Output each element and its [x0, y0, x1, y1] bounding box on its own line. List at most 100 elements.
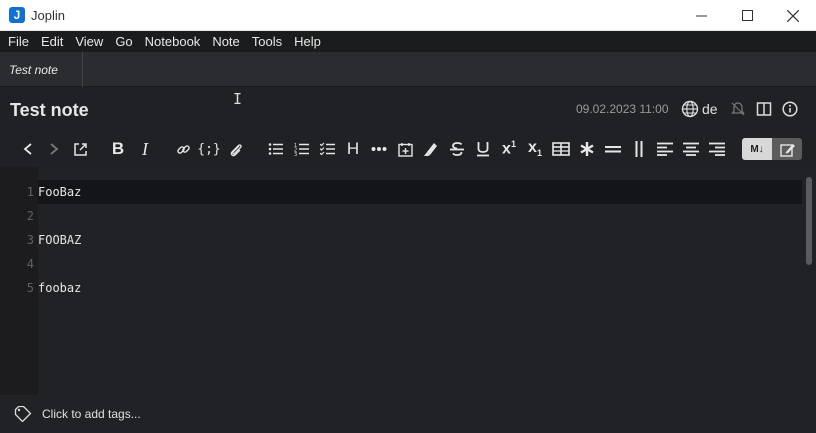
- language-label[interactable]: de: [702, 101, 718, 117]
- asterisk-button[interactable]: [575, 138, 599, 160]
- editor-line[interactable]: FooBaz: [38, 185, 81, 199]
- menu-help[interactable]: Help: [288, 31, 327, 52]
- underline-icon: [477, 142, 489, 157]
- editor-line[interactable]: FOOBAZ: [38, 233, 81, 247]
- close-icon: [787, 9, 799, 22]
- line-number: 5: [26, 281, 34, 295]
- line-number: 4: [26, 257, 34, 271]
- highlighter-icon: [424, 143, 437, 156]
- superscript-icon: x1: [502, 139, 516, 158]
- back-button[interactable]: [16, 138, 40, 160]
- tag-bar: Click to add tags...: [0, 395, 816, 433]
- globe-icon: [681, 100, 699, 118]
- tag-icon: [14, 406, 32, 422]
- rich-text-mode-button[interactable]: [772, 138, 802, 160]
- external-link-icon: [73, 142, 87, 156]
- note-header-actions: de: [680, 99, 800, 119]
- insert-table-button[interactable]: [549, 138, 573, 160]
- markdown-icon: M↓: [750, 143, 764, 155]
- numbered-list-icon: 123: [294, 143, 309, 156]
- ellipsis-icon: [371, 147, 387, 151]
- menu-view[interactable]: View: [69, 31, 109, 52]
- code-button[interactable]: {;}: [197, 138, 221, 160]
- editor-mode-toggle[interactable]: M↓: [742, 138, 802, 160]
- heading-icon: H: [346, 139, 360, 158]
- menu-note[interactable]: Note: [206, 31, 245, 52]
- joplin-app-icon: J: [9, 7, 25, 23]
- edit-pencil-icon: [779, 143, 795, 157]
- equals-button[interactable]: [601, 138, 625, 160]
- note-header: Test note I 09.02.2023 11:00 de: [0, 87, 816, 131]
- underline-button[interactable]: [471, 138, 495, 160]
- maximize-icon: [741, 10, 753, 21]
- highlight-button[interactable]: [419, 138, 443, 160]
- align-center-button[interactable]: [679, 138, 703, 160]
- italic-button[interactable]: I: [133, 138, 157, 160]
- minimize-button[interactable]: [678, 0, 724, 31]
- menu-notebook[interactable]: Notebook: [139, 31, 207, 52]
- tab-test-note[interactable]: Test note: [0, 52, 83, 87]
- align-left-button[interactable]: [653, 138, 677, 160]
- line-number: 2: [26, 209, 34, 223]
- menu-tools[interactable]: Tools: [246, 31, 288, 52]
- note-tab-bar: Test note: [0, 52, 816, 87]
- close-button[interactable]: [770, 0, 816, 31]
- chevron-left-icon: [23, 143, 32, 155]
- superscript-button[interactable]: x1: [497, 138, 521, 160]
- text-cursor-icon: I: [233, 90, 243, 108]
- line-number: 3: [26, 233, 34, 247]
- strikethrough-button[interactable]: [445, 138, 469, 160]
- window-titlebar: J Joplin: [0, 0, 816, 31]
- double-bar-icon: [635, 141, 643, 157]
- open-external-button[interactable]: [68, 138, 92, 160]
- markdown-editor[interactable]: 1 2 3 4 5 FooBaz FOOBAZ foobaz: [0, 167, 816, 395]
- equals-icon: [605, 146, 621, 153]
- editor-scrollbar[interactable]: [806, 177, 812, 265]
- subscript-icon: x1: [528, 139, 542, 159]
- line-number-gutter: 1 2 3 4 5: [0, 167, 38, 395]
- bold-icon: B: [111, 139, 125, 158]
- paperclip-icon: [230, 143, 242, 156]
- bullet-list-button[interactable]: [263, 138, 287, 160]
- insert-datetime-button[interactable]: [393, 138, 417, 160]
- menu-bar: File Edit View Go Notebook Note Tools He…: [0, 31, 816, 52]
- note-date: 09.02.2023 11:00: [576, 102, 669, 116]
- svg-text:3: 3: [294, 152, 297, 156]
- active-line-highlight: [38, 180, 802, 204]
- note-info-button[interactable]: [780, 99, 800, 119]
- code-braces-icon: {;}: [197, 141, 221, 157]
- bullet-list-icon: [268, 143, 283, 155]
- pipe-button[interactable]: [627, 138, 651, 160]
- menu-edit[interactable]: Edit: [35, 31, 69, 52]
- language-button[interactable]: [680, 99, 700, 119]
- alarm-bell-icon: [730, 102, 745, 116]
- markdown-mode-button[interactable]: M↓: [742, 138, 772, 160]
- align-right-button[interactable]: [705, 138, 729, 160]
- alarm-button[interactable]: [728, 99, 748, 119]
- toggle-layout-button[interactable]: [754, 99, 774, 119]
- add-tags-link[interactable]: Click to add tags...: [42, 407, 141, 421]
- checklist-icon: [319, 142, 335, 156]
- window-controls: [678, 0, 816, 31]
- numbered-list-button[interactable]: 123: [289, 138, 313, 160]
- note-title[interactable]: Test note: [10, 100, 89, 121]
- editor-line[interactable]: foobaz: [38, 281, 81, 295]
- bold-button[interactable]: B: [106, 138, 130, 160]
- checklist-button[interactable]: [315, 138, 339, 160]
- horizontal-rule-button[interactable]: [367, 138, 391, 160]
- subscript-button[interactable]: x1: [523, 138, 547, 160]
- link-icon: [176, 144, 190, 154]
- insert-link-button[interactable]: [171, 138, 195, 160]
- menu-go[interactable]: Go: [109, 31, 138, 52]
- columns-layout-icon: [756, 102, 771, 116]
- forward-button[interactable]: [42, 138, 66, 160]
- line-number: 1: [26, 185, 34, 199]
- maximize-button[interactable]: [724, 0, 770, 31]
- heading-button[interactable]: H: [341, 138, 365, 160]
- calendar-plus-icon: [397, 142, 413, 157]
- table-icon: [552, 142, 570, 156]
- attach-file-button[interactable]: [223, 138, 247, 160]
- menu-file[interactable]: File: [2, 31, 35, 52]
- align-center-icon: [683, 142, 699, 156]
- chevron-right-icon: [50, 143, 59, 155]
